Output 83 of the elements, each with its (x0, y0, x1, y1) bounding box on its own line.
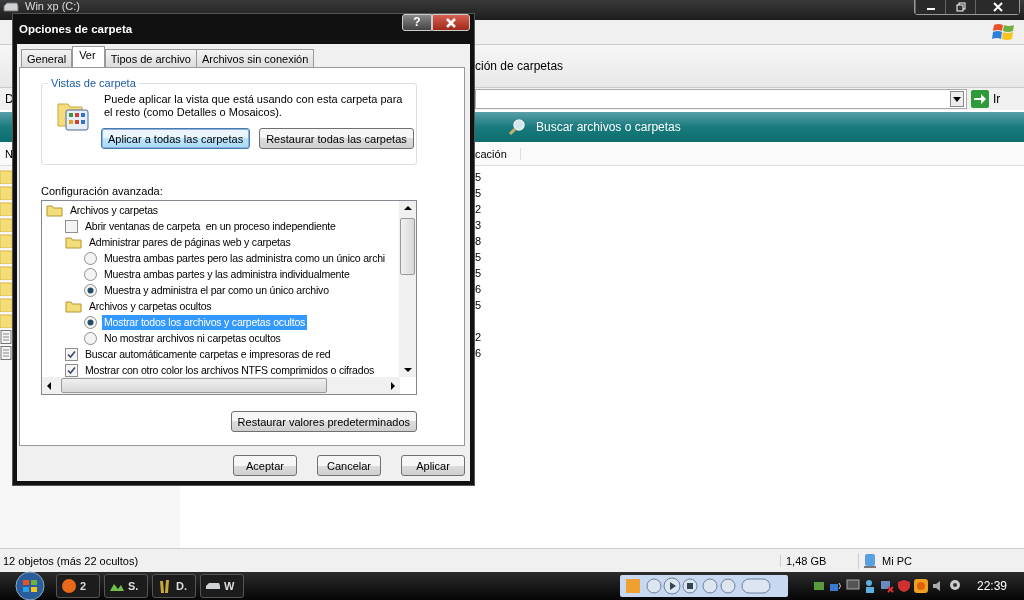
document-icon (0, 330, 12, 344)
search-icon (508, 118, 526, 136)
dropdown-icon[interactable] (950, 91, 964, 107)
maximize-button[interactable] (945, 0, 975, 14)
restore-icon (955, 2, 966, 12)
restore-defaults-button[interactable]: Restaurar valores predeterminados (230, 411, 417, 432)
dialog-button[interactable]: Aceptar (233, 455, 297, 476)
folder-icon (65, 235, 82, 249)
push-button[interactable]: Restaurar todas las carpetas (259, 128, 414, 149)
table-cell: 5 (475, 187, 482, 199)
tab[interactable]: Archivos sin conexión (195, 49, 315, 67)
taskbar-button[interactable]: D. (152, 574, 196, 598)
network-error-icon (880, 579, 894, 593)
window-title: Win xp (C:) (25, 0, 80, 12)
group-title: Vistas de carpeta (48, 77, 139, 89)
drive-icon (3, 2, 19, 12)
folder-icon (46, 203, 63, 217)
table-cell: 2 (475, 331, 482, 343)
setting-label[interactable]: Abrir ventanas de carpeta en un proceso independiente (83, 218, 338, 234)
horizontal-scrollbar[interactable] (42, 377, 400, 394)
radio-button[interactable] (84, 331, 97, 345)
status-text: Mi PC (882, 554, 912, 567)
table-cell: 2 (475, 203, 482, 215)
disc-icon (914, 579, 928, 593)
radio-button[interactable] (84, 267, 97, 281)
table-cell: 5 (475, 171, 482, 183)
radio-button[interactable] (84, 283, 97, 297)
table-cell: 8 (475, 235, 482, 247)
table-cell: 5 (475, 299, 482, 311)
table-cell: 6 (475, 283, 482, 295)
setting-label[interactable]: Administrar pares de páginas web y carpetas (87, 234, 293, 250)
windows-logo-icon (992, 22, 1016, 42)
toolbar-button[interactable]: ción de carpetas (475, 59, 564, 73)
tab[interactable]: Tipos de archivo (104, 49, 197, 67)
radio-button[interactable] (84, 251, 97, 265)
taskbar-button[interactable]: W (200, 574, 244, 598)
address-field[interactable] (475, 89, 967, 109)
monitor-icon (846, 579, 860, 593)
setting-label[interactable]: Mostrar con otro color los archivos NTFS comprimidos o cifrados (83, 362, 377, 377)
computer-icon (858, 552, 877, 569)
setting-label[interactable]: Archivos y carpetas ocultos (87, 298, 214, 314)
dialog-button[interactable]: Aplicar (401, 455, 465, 476)
table-cell: 5 (475, 267, 482, 279)
search-link[interactable]: Buscar archivos o carpetas (536, 120, 681, 134)
vertical-scrollbar[interactable] (399, 201, 416, 377)
app-icon (61, 578, 77, 594)
taskbar-button[interactable]: S. (104, 574, 148, 598)
minimize-button[interactable] (915, 0, 945, 14)
setting-label[interactable]: Buscar automáticamente carpetas e impresoras de red (83, 346, 333, 362)
description-text: Puede aplicar la vista que está usando con esta carpeta para el resto (como Detalles o Mosaicos). (104, 93, 404, 119)
radio-button[interactable] (84, 315, 97, 329)
help-button[interactable]: ? (402, 14, 432, 31)
folder-icon (65, 299, 82, 313)
checkbox[interactable] (65, 219, 78, 233)
document-icon (0, 346, 12, 360)
dialog-button[interactable]: Cancelar (317, 455, 381, 476)
table-cell: 5 (475, 251, 482, 263)
table-cell: 6 (475, 347, 482, 359)
tab[interactable]: General (21, 49, 73, 67)
dialog-title: Opciones de carpeta (19, 23, 133, 35)
checkbox[interactable] (65, 347, 78, 361)
push-button[interactable]: Aplicar a todas las carpetas (101, 128, 251, 149)
section-label: Configuración avanzada: (41, 185, 164, 197)
setting-label[interactable]: Muestra ambas partes pero las administra como un único archi (102, 250, 387, 266)
close-icon (992, 2, 1003, 12)
tab[interactable]: Ver (72, 46, 105, 67)
media-player-toolbar[interactable] (620, 575, 788, 597)
setting-label[interactable]: Muestra ambas partes y las administra individualmente (102, 266, 352, 282)
status-text: 1,48 GB (780, 554, 858, 567)
shield-icon (897, 579, 911, 593)
taskbar-button[interactable]: 2 (56, 574, 100, 598)
network-icon (812, 579, 826, 593)
clock: 22:39 (977, 579, 1008, 593)
user-icon (863, 579, 877, 593)
setting-label[interactable]: Muestra y administra el par como un único archivo (102, 282, 331, 298)
table-cell: 3 (475, 219, 482, 231)
setting-label[interactable]: No mostrar archivos ni carpetas ocultos (102, 330, 283, 346)
webcam-icon (948, 579, 962, 593)
checkbox[interactable] (65, 363, 78, 377)
close-button[interactable] (975, 0, 1019, 14)
close-icon (445, 17, 457, 28)
status-text: 12 objetos (más 22 ocultos) (2, 554, 140, 567)
setting-label[interactable]: Archivos y carpetas (68, 202, 160, 218)
